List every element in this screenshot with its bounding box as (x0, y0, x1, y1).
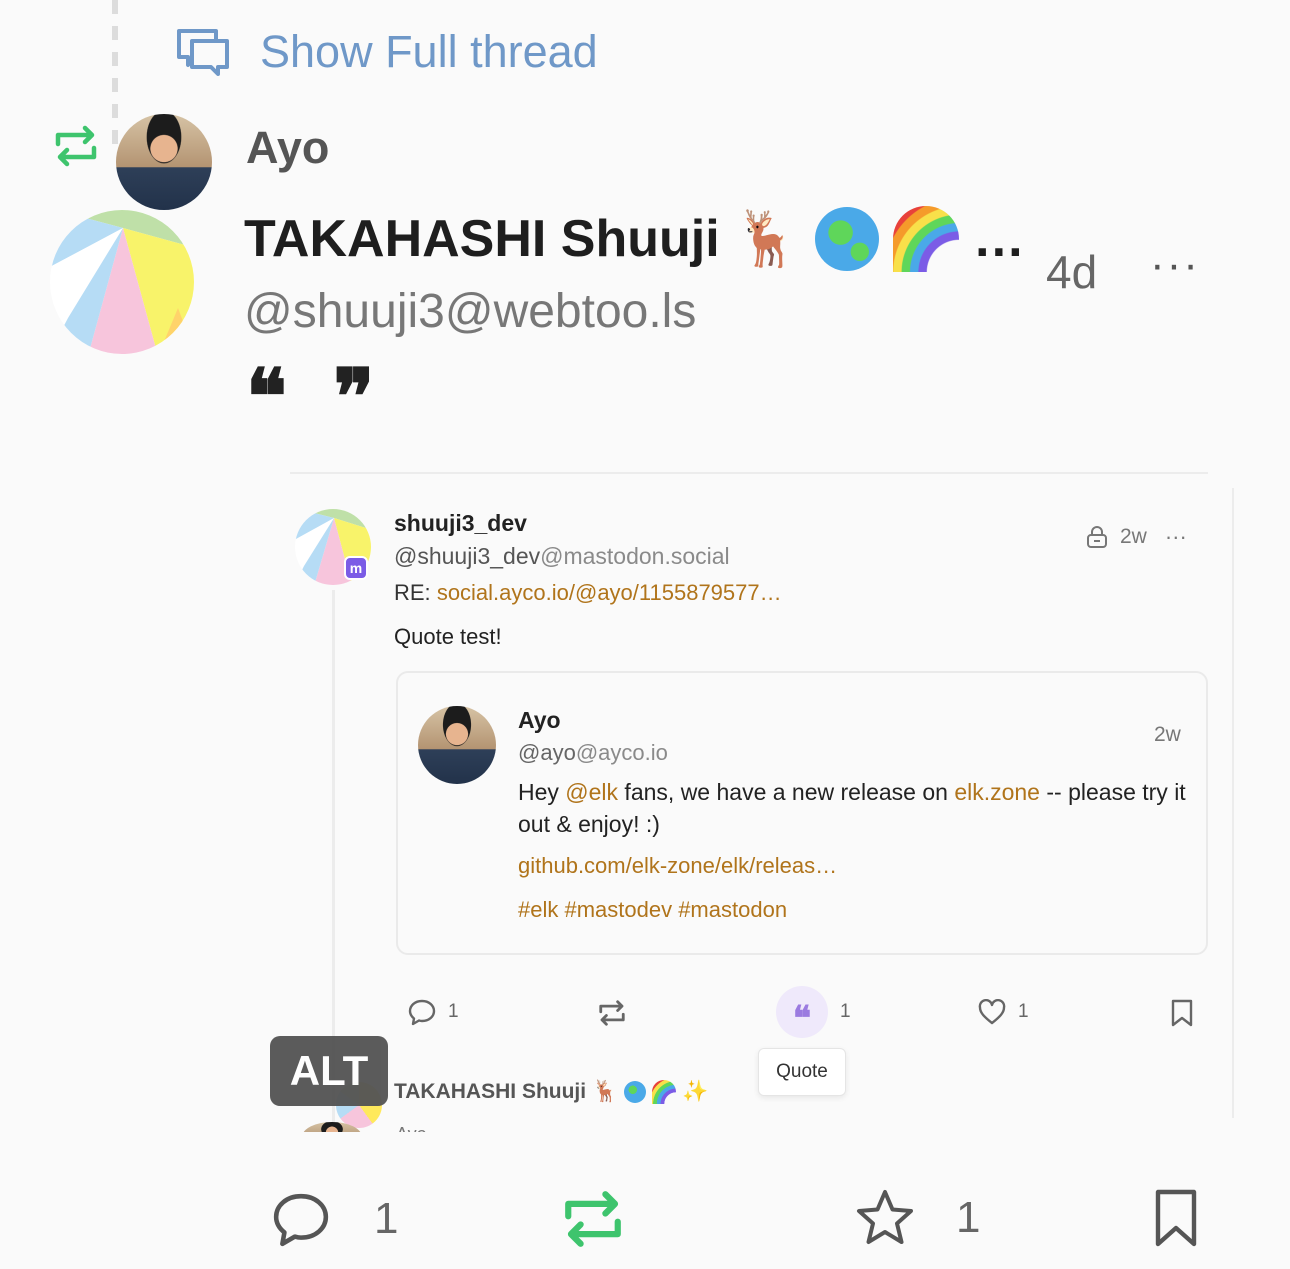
next-name-text: TAKAHASHI Shuuji (394, 1080, 587, 1103)
boost-icon (599, 1000, 625, 1026)
quoted-quote-button[interactable]: ❝ 1 (776, 986, 851, 1039)
quoted-re-line: RE: social.ayco.io/@ayo/1155879577… (394, 580, 782, 606)
lock-icon (1087, 526, 1107, 548)
boost-icon (565, 1191, 621, 1247)
divider (290, 472, 1208, 474)
nested-handle-user: @ayo (518, 740, 576, 765)
bookmark-icon (1171, 999, 1193, 1027)
author-display-name[interactable]: TAKAHASHI Shuuji 🦌 … (244, 206, 1025, 272)
status-content: ❝ ❞ (246, 352, 385, 441)
re-link[interactable]: social.ayco.io/@ayo/1155879577… (437, 580, 782, 605)
mention-link[interactable]: @elk (565, 779, 618, 805)
quoted-handle[interactable]: @shuuji3_dev@mastodon.social (394, 543, 730, 570)
reply-icon (273, 1193, 329, 1247)
quoted-boost-button[interactable] (597, 998, 627, 1028)
favorite-count: 1 (956, 1193, 981, 1242)
reply-icon (408, 999, 436, 1026)
quoted-reply-button[interactable]: 1 (408, 998, 459, 1026)
show-full-thread-link[interactable]: Show Full thread (176, 26, 598, 78)
reply-count: 1 (448, 1001, 459, 1022)
favorite-count: 1 (1018, 1001, 1029, 1022)
bookmark-button[interactable] (1152, 1188, 1200, 1253)
alt-text-badge[interactable]: ALT (270, 1036, 388, 1106)
quoted-text: Quote test! (394, 624, 502, 649)
action-bar-background (0, 1132, 1290, 1269)
name-overflow: … (972, 210, 1025, 268)
deer-emoji-icon: 🦌 (733, 208, 801, 269)
quoted-handle-domain: @mastodon.social (540, 543, 730, 569)
rainbow-emoji-icon (652, 1080, 677, 1104)
quoted-meta: 2w ··· (1086, 524, 1187, 550)
quoted-more-button[interactable]: ··· (1165, 524, 1187, 550)
next-display-name[interactable]: TAKAHASHI Shuuji 🦌 ✨ (394, 1080, 708, 1104)
boost-button[interactable] (560, 1186, 626, 1257)
sparkles-emoji-icon: ✨ (682, 1080, 709, 1103)
globe-emoji-icon (814, 207, 879, 271)
quote-tooltip: Quote (758, 1048, 846, 1096)
author-avatar[interactable] (48, 208, 196, 356)
author-name-text: TAKAHASHI Shuuji (244, 210, 720, 268)
heart-icon (978, 999, 1006, 1025)
quoted-time[interactable]: 2w (1120, 525, 1147, 549)
nested-display-name[interactable]: Ayo (518, 707, 561, 734)
quote-count: 1 (840, 1001, 851, 1022)
reply-button[interactable]: 1 (272, 1190, 398, 1248)
nested-handle[interactable]: @ayo@ayco.io (518, 740, 668, 766)
release-link[interactable]: github.com/elk-zone/elk/releas… (518, 853, 837, 879)
quote-icon: ❝ (776, 986, 828, 1039)
deer-emoji-icon: 🦌 (592, 1080, 619, 1103)
nested-handle-domain: @ayco.io (575, 740, 668, 765)
quoted-favorite-button[interactable]: 1 (978, 999, 1029, 1025)
timeline-page: Show Full thread Ayo TAKAHASHI Shuuji 🦌 … (0, 0, 1290, 1269)
hashtags[interactable]: #elk #mastodev #mastodon (518, 897, 787, 923)
reply-count: 1 (374, 1194, 399, 1243)
booster-name[interactable]: Ayo (246, 122, 329, 174)
body-text: Hey (518, 779, 566, 805)
boosted-by-row[interactable]: Ayo (52, 114, 329, 210)
nested-author-avatar[interactable] (418, 706, 496, 784)
bookmark-icon (1155, 1189, 1197, 1247)
status-time[interactable]: 4d (1046, 245, 1097, 299)
rainbow-emoji-icon (892, 206, 959, 272)
quoted-handle-user: @shuuji3_dev (394, 543, 541, 569)
nested-time[interactable]: 2w (1154, 723, 1181, 747)
quote-card-edge (1232, 488, 1234, 1118)
author-handle[interactable]: @shuuji3@webtoo.ls (244, 284, 696, 339)
thread-icon (177, 29, 229, 76)
show-full-thread-label: Show Full thread (260, 26, 598, 77)
quoted-display-name[interactable]: shuuji3_dev (394, 510, 527, 537)
mastodon-badge-icon: m (344, 556, 368, 580)
nested-body: Hey @elk fans, we have a new release on … (518, 776, 1188, 840)
quoted-bookmark-button[interactable] (1170, 999, 1194, 1027)
booster-avatar[interactable] (116, 114, 212, 210)
body-text: fans, we have a new release on (618, 779, 955, 805)
status-more-button[interactable]: ··· (1150, 240, 1200, 290)
star-icon (857, 1190, 913, 1244)
site-link[interactable]: elk.zone (954, 779, 1040, 805)
favorite-button[interactable]: 1 (854, 1188, 980, 1248)
boost-icon (55, 125, 97, 167)
re-label: RE: (394, 580, 431, 605)
globe-emoji-icon (624, 1081, 647, 1103)
thread-line (112, 0, 118, 150)
